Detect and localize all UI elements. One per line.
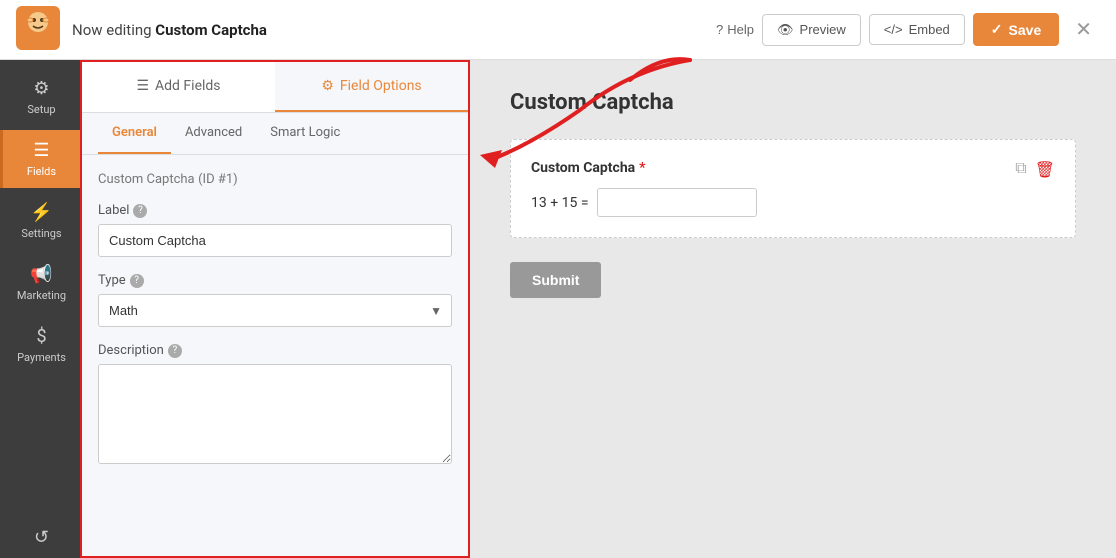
math-row: 13 + 15 = [531, 188, 1055, 217]
sidebar-nav: ⚙ Setup ☰ Fields ⚡ Settings 📢 Marketing … [0, 60, 80, 558]
sidebar-item-marketing[interactable]: 📢 Marketing [0, 254, 80, 312]
sub-tab-general[interactable]: General [98, 113, 171, 154]
help-button[interactable]: ? Help [716, 22, 754, 37]
preview-button[interactable]: 👁 Preview [762, 14, 861, 46]
sidebar-item-settings[interactable]: ⚡ Settings [0, 192, 80, 250]
label-label: Label ? [98, 203, 452, 218]
code-icon: </> [884, 22, 903, 37]
submit-button[interactable]: Submit [510, 262, 601, 298]
main-layout: ⚙ Setup ☰ Fields ⚡ Settings 📢 Marketing … [0, 60, 1116, 558]
marketing-icon: 📢 [30, 264, 52, 285]
add-fields-icon: ☰ [136, 78, 149, 94]
field-options-content: Custom Captcha (ID #1) Label ? Type ? [82, 155, 468, 556]
tab-add-fields[interactable]: ☰ Add Fields [82, 62, 275, 112]
help-icon: ? [716, 22, 723, 37]
required-star: * [639, 160, 645, 176]
sidebar-item-setup[interactable]: ⚙ Setup [0, 68, 80, 126]
description-help-icon[interactable]: ? [168, 344, 182, 358]
header-title: Now editing Custom Captcha [72, 21, 704, 39]
gear-icon: ⚙ [33, 78, 49, 99]
field-panel: ☰ Add Fields ⚙ Field Options General Adv… [80, 60, 470, 558]
preview-panel: Custom Captcha Custom Captcha * ⧉ 🗑 13 +… [470, 60, 1116, 558]
panel-top-tabs: ☰ Add Fields ⚙ Field Options [82, 62, 468, 113]
copy-button[interactable]: ⧉ [1015, 160, 1026, 178]
embed-button[interactable]: </> Embed [869, 14, 965, 45]
type-group: Type ? Math Question and Answer ▼ [98, 273, 452, 327]
description-textarea[interactable] [98, 364, 452, 464]
type-select-wrap: Math Question and Answer ▼ [98, 294, 452, 327]
field-options-icon: ⚙ [321, 78, 334, 94]
math-equation: 13 + 15 = [531, 195, 589, 211]
type-select[interactable]: Math Question and Answer [98, 294, 452, 327]
form-preview-card: Custom Captcha * ⧉ 🗑 13 + 15 = [510, 139, 1076, 238]
label-help-icon[interactable]: ? [133, 204, 147, 218]
check-icon: ✓ [991, 21, 1003, 38]
payments-icon: $ [36, 326, 46, 347]
sub-tab-advanced[interactable]: Advanced [171, 113, 256, 154]
label-group: Label ? [98, 203, 452, 257]
label-input[interactable] [98, 224, 452, 257]
eye-icon: 👁 [777, 22, 794, 38]
header: Now editing Custom Captcha ? Help 👁 Prev… [0, 0, 1116, 60]
save-button[interactable]: ✓ Save [973, 13, 1059, 46]
field-title: Custom Captcha (ID #1) [98, 171, 452, 187]
sidebar-item-payments[interactable]: $ Payments [0, 316, 80, 374]
form-preview-title: Custom Captcha [510, 90, 1076, 115]
history-icon: ↺ [34, 527, 49, 548]
sub-tab-smart-logic[interactable]: Smart Logic [256, 113, 354, 154]
type-label: Type ? [98, 273, 452, 288]
settings-icon: ⚡ [30, 202, 52, 223]
type-help-icon[interactable]: ? [130, 274, 144, 288]
logo [16, 6, 60, 54]
sub-tabs: General Advanced Smart Logic [82, 113, 468, 155]
header-actions: ? Help 👁 Preview </> Embed ✓ Save ✕ [716, 13, 1100, 46]
fields-icon: ☰ [33, 140, 49, 161]
close-button[interactable]: ✕ [1067, 13, 1100, 46]
description-label: Description ? [98, 343, 452, 358]
tab-field-options[interactable]: ⚙ Field Options [275, 62, 468, 112]
form-field-label: Custom Captcha * [531, 160, 646, 176]
delete-button[interactable]: 🗑 [1035, 160, 1055, 180]
field-actions: ⧉ 🗑 [1015, 160, 1055, 180]
description-group: Description ? [98, 343, 452, 468]
sidebar-item-history[interactable]: ↺ [0, 517, 80, 558]
math-answer-input[interactable] [597, 188, 757, 217]
sidebar-item-fields[interactable]: ☰ Fields [0, 130, 80, 188]
